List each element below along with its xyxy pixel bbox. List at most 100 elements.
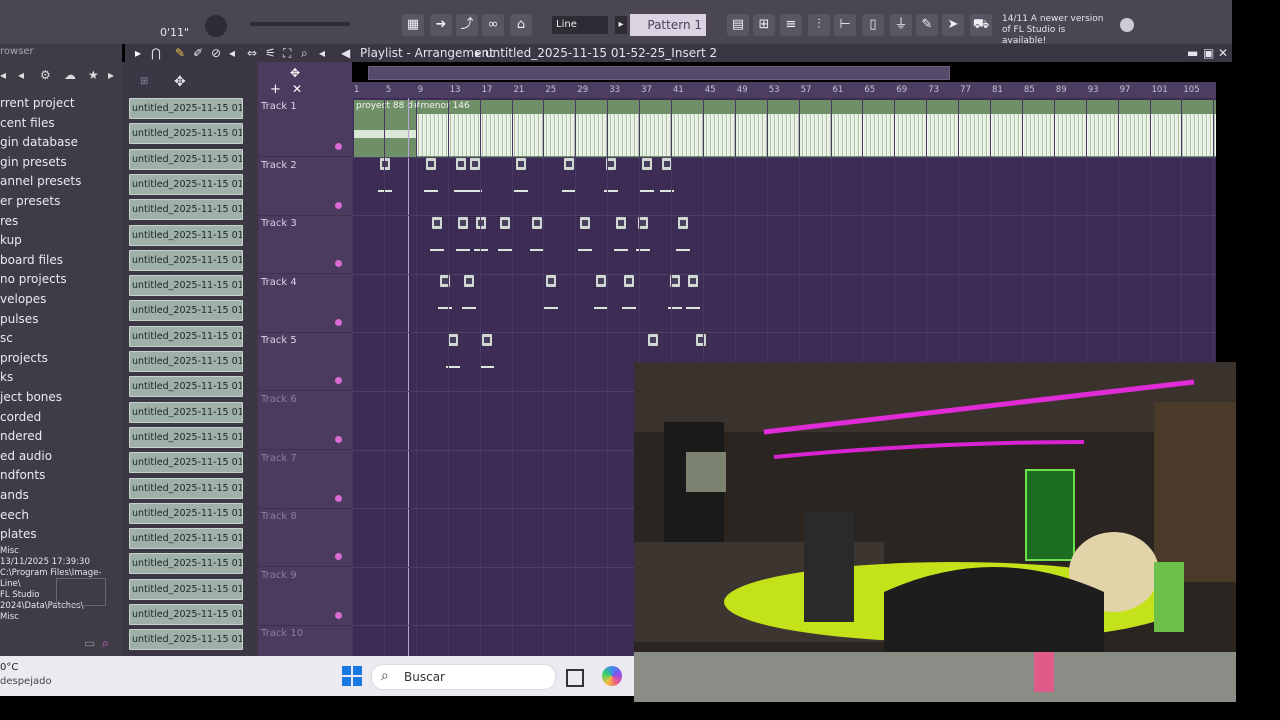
playhead[interactable]	[408, 98, 409, 656]
stamp-icon[interactable]: ⌂	[510, 14, 532, 36]
timeline-ruler[interactable]: 1 5 9 13 17 21 25 29 33 37 41 45 49 53 57 61 65 69 73 77 81 8…	[352, 82, 1216, 98]
task-view-icon[interactable]	[566, 669, 584, 687]
track-header[interactable]: Track 4	[258, 274, 352, 333]
file-icon[interactable]: ▯	[862, 14, 884, 36]
pattern-clip[interactable]	[596, 275, 606, 288]
snap-select[interactable]: Line	[552, 16, 608, 34]
track-header[interactable]: Track 5	[258, 332, 352, 392]
pattern-clip[interactable]	[426, 158, 436, 170]
pattern-clip[interactable]	[516, 158, 526, 170]
pattern-item[interactable]: untitled_2025-11-15 01-...	[129, 452, 243, 474]
track-header[interactable]: Track 7	[258, 450, 352, 509]
browser-item[interactable]: eech	[0, 508, 29, 522]
settings-icon[interactable]: ⚙	[40, 68, 51, 82]
pattern-clip[interactable]	[464, 275, 474, 288]
browser-item[interactable]: velopes	[0, 292, 46, 306]
track-header[interactable]: Track 3	[258, 215, 352, 275]
track-select-dot[interactable]	[335, 553, 342, 561]
pattern-clip[interactable]	[456, 158, 466, 170]
pattern-clip[interactable]	[696, 333, 706, 346]
pattern-clip[interactable]	[564, 158, 574, 170]
browser-item[interactable]: rrent project	[0, 96, 75, 110]
track-select-dot[interactable]	[335, 201, 342, 209]
curve-icon[interactable]: ⤴	[456, 14, 478, 36]
pattern-item[interactable]: untitled_2025-11-15 01-...	[129, 98, 243, 119]
pattern-selector[interactable]: Pattern 1	[630, 14, 706, 36]
arrow-right-icon[interactable]: ➜	[430, 14, 452, 36]
track-select-dot[interactable]	[335, 318, 342, 326]
browser-item[interactable]: ks	[0, 370, 13, 384]
pattern-item[interactable]: untitled_2025-11-15 01-...	[129, 300, 243, 322]
star-icon[interactable]: ★	[88, 68, 99, 82]
pattern-item[interactable]: untitled_2025-11-15 01-...	[129, 148, 243, 170]
back-arrow-icon[interactable]: ◂	[0, 68, 6, 82]
track-select-dot[interactable]	[335, 260, 342, 268]
browser-item[interactable]: sc	[0, 331, 13, 345]
browser-item[interactable]: kup	[0, 233, 22, 247]
browser-item[interactable]: gin database	[0, 135, 78, 149]
maximize-icon[interactable]: ▣	[1203, 46, 1214, 60]
pattern-item[interactable]: untitled_2025-11-15 01-...	[129, 604, 243, 625]
pattern-item[interactable]: untitled_2025-11-15 01-...	[129, 426, 243, 448]
pattern-item[interactable]: untitled_2025-11-15 01-...	[129, 376, 243, 398]
browser-item[interactable]: er presets	[0, 194, 60, 208]
browser-item[interactable]: corded	[0, 410, 41, 424]
playlist-overview-scrollbar[interactable]	[368, 66, 950, 80]
piano-roll-icon[interactable]: ▦	[402, 14, 424, 36]
track-header[interactable]: Track 9	[258, 567, 352, 626]
browser-item[interactable]: no projects	[0, 272, 67, 286]
master-volume-knob[interactable]	[205, 15, 227, 37]
playlist-icon[interactable]: ▤	[727, 14, 749, 36]
master-pitch-slider[interactable]	[250, 22, 350, 26]
grid-icon[interactable]: ⊞	[140, 76, 148, 87]
windows-start-icon[interactable]	[342, 666, 362, 686]
pattern-item[interactable]: untitled_2025-11-15 01-...	[129, 401, 243, 423]
track-header[interactable]: Track 2	[258, 157, 352, 216]
arrow-left-icon[interactable]: ◂	[18, 68, 24, 82]
move-icon[interactable]: ✥	[174, 74, 186, 90]
add-track-icon[interactable]: +	[270, 82, 281, 97]
pattern-item[interactable]: untitled_2025-11-15 01-...	[129, 249, 243, 271]
audio-clip[interactable]: proyect 88 d#menor 146	[354, 100, 1216, 158]
draw-tool-icon[interactable]: ✎	[175, 46, 185, 60]
pattern-item[interactable]: untitled_2025-11-15 01-...	[129, 325, 243, 347]
delete-tool-icon[interactable]: ⊘	[211, 46, 221, 60]
track-select-dot[interactable]	[335, 611, 342, 619]
copilot-icon[interactable]	[602, 666, 622, 686]
pattern-clip[interactable]	[458, 216, 468, 229]
pattern-clip[interactable]	[532, 216, 542, 229]
pattern-clip[interactable]	[648, 333, 658, 346]
track-select-dot[interactable]	[335, 494, 342, 502]
browser-item[interactable]: annel presets	[0, 174, 81, 188]
weather-temp[interactable]: 0°C	[0, 662, 18, 673]
pattern-clip[interactable]	[482, 333, 492, 346]
pen-icon[interactable]: ✎	[916, 14, 938, 36]
browser-item[interactable]: plates	[0, 527, 37, 541]
pattern-clip[interactable]	[616, 216, 626, 229]
slice-tool-icon[interactable]: ⚟	[265, 46, 276, 60]
globe-icon[interactable]	[1120, 18, 1134, 32]
pattern-clip[interactable]	[500, 216, 510, 229]
taskbar-search[interactable]: ⌕ Buscar	[371, 664, 556, 690]
search-icon[interactable]: ⌕	[102, 636, 109, 651]
pattern-item[interactable]: untitled_2025-11-15 01-...	[129, 275, 243, 297]
close-icon[interactable]: ✕	[1218, 46, 1228, 60]
weather-desc[interactable]: despejado	[0, 676, 52, 687]
pattern-item[interactable]: untitled_2025-11-15 01-...	[129, 173, 243, 195]
pattern-clip[interactable]	[448, 333, 458, 346]
browser-item[interactable]: pulses	[0, 312, 38, 326]
pattern-item[interactable]: untitled_2025-11-15 01-...	[129, 528, 243, 550]
select-tool-icon[interactable]: ⛶	[283, 46, 291, 61]
play-icon[interactable]: ▸	[615, 16, 627, 34]
pattern-clip[interactable]	[470, 158, 480, 170]
pattern-item[interactable]: untitled_2025-11-15 01-...	[129, 502, 243, 524]
tree-icon[interactable]: ⊢	[834, 14, 856, 36]
magnet-icon[interactable]: ⋂	[151, 46, 161, 60]
pattern-item[interactable]: untitled_2025-11-15 01-...	[129, 629, 243, 651]
pattern-clip[interactable]	[580, 216, 590, 229]
track-header[interactable]: Track 1	[258, 98, 352, 157]
track-header[interactable]: Track 8	[258, 508, 352, 568]
sliders-icon[interactable]: ⫶	[808, 14, 830, 36]
mute-tool-icon[interactable]: ◂	[229, 46, 235, 60]
play-arrow-icon[interactable]: ▸	[135, 46, 141, 60]
